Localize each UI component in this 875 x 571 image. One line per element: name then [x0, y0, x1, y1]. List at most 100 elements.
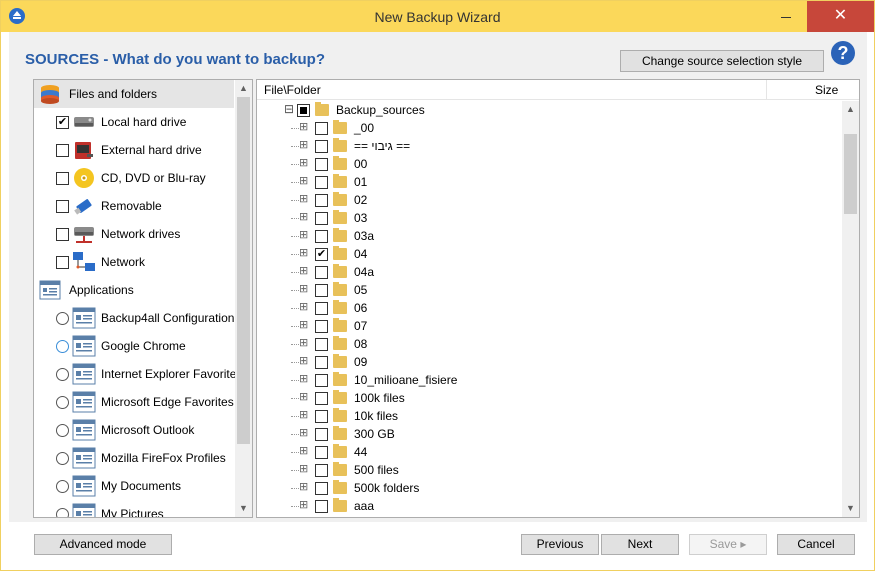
application-item[interactable]: Backup4all Configuration [34, 304, 234, 332]
source-item[interactable]: Removable [34, 192, 234, 220]
previous-button[interactable]: Previous [521, 534, 599, 555]
source-checkbox[interactable] [56, 144, 69, 157]
tree-row[interactable]: ⊞ 06 [257, 299, 842, 317]
expand-icon[interactable]: ⊞ [299, 284, 308, 295]
expand-icon[interactable]: ⊞ [299, 500, 308, 511]
tree-checkbox[interactable] [315, 392, 328, 405]
tree-row[interactable]: ⊞ 05 [257, 281, 842, 299]
tree-row[interactable]: ⊞ 44 [257, 443, 842, 461]
expand-icon[interactable]: ⊞ [299, 464, 308, 475]
source-checkbox[interactable] [56, 172, 69, 185]
application-radio[interactable] [56, 424, 69, 437]
tree-row-root[interactable]: ⊟ Backup_sources [257, 101, 842, 119]
tree-checkbox[interactable] [315, 410, 328, 423]
expand-icon[interactable]: ⊞ [299, 320, 308, 331]
tree-row[interactable]: ⊞ ✔ 04 [257, 245, 842, 263]
tree-checkbox[interactable] [315, 212, 328, 225]
tree-row[interactable]: ⊞ 03 [257, 209, 842, 227]
application-radio[interactable] [56, 508, 69, 517]
expand-icon[interactable]: ⊞ [299, 428, 308, 439]
scroll-down-icon[interactable]: ▼ [842, 500, 859, 517]
expand-icon[interactable]: ⊞ [299, 248, 308, 259]
column-file-folder[interactable]: File\Folder [264, 83, 321, 97]
source-checkbox[interactable]: ✔ [56, 116, 69, 129]
application-radio[interactable] [56, 480, 69, 493]
expand-icon[interactable]: ⊞ [299, 266, 308, 277]
source-item[interactable]: CD, DVD or Blu-ray [34, 164, 234, 192]
tree-checkbox[interactable] [315, 158, 328, 171]
tree-checkbox[interactable] [315, 122, 328, 135]
application-item[interactable]: Microsoft Outlook [34, 416, 234, 444]
application-radio[interactable] [56, 396, 69, 409]
tree-row[interactable]: ⊞ 04a [257, 263, 842, 281]
source-item[interactable]: Network [34, 248, 234, 276]
application-item[interactable]: Google Chrome [34, 332, 234, 360]
expand-icon[interactable]: ⊞ [299, 230, 308, 241]
expand-icon[interactable]: ⊞ [299, 302, 308, 313]
expand-icon[interactable]: ⊞ [299, 212, 308, 223]
advanced-mode-button[interactable]: Advanced mode [34, 534, 172, 555]
group-applications[interactable]: Applications [34, 276, 234, 304]
expand-icon[interactable]: ⊞ [299, 374, 308, 385]
help-icon[interactable]: ? [831, 41, 855, 65]
scroll-thumb[interactable] [844, 134, 857, 214]
tree-checkbox[interactable] [315, 176, 328, 189]
tree-row[interactable]: ⊞ 02 [257, 191, 842, 209]
tree-checkbox[interactable] [315, 266, 328, 279]
source-list-scrollbar[interactable]: ▲ ▼ [235, 80, 252, 517]
column-size[interactable]: Size [815, 83, 838, 97]
tree-row[interactable]: ⊞ _00 [257, 119, 842, 137]
application-item[interactable]: My Documents [34, 472, 234, 500]
source-item[interactable]: ✔ Local hard drive [34, 108, 234, 136]
tree-checkbox[interactable] [315, 140, 328, 153]
tree-row[interactable]: ⊞ aaa [257, 497, 842, 515]
expand-icon[interactable]: ⊞ [299, 338, 308, 349]
scroll-thumb[interactable] [237, 97, 250, 444]
tree-row[interactable]: ⊞ 09 [257, 353, 842, 371]
source-item[interactable]: External hard drive [34, 136, 234, 164]
group-files-and-folders[interactable]: Files and folders [34, 80, 234, 108]
tree-row[interactable]: ⊞ 08 [257, 335, 842, 353]
scroll-up-icon[interactable]: ▲ [235, 80, 252, 97]
change-selection-style-button[interactable]: Change source selection style [620, 50, 824, 72]
application-radio[interactable] [56, 340, 69, 353]
tree-checkbox[interactable] [315, 428, 328, 441]
tree-checkbox[interactable] [315, 500, 328, 513]
expand-icon[interactable]: ⊞ [299, 410, 308, 421]
expand-icon[interactable]: ⊞ [299, 392, 308, 403]
cancel-button[interactable]: Cancel [777, 534, 855, 555]
tree-row[interactable]: ⊞ 00 [257, 155, 842, 173]
tree-row[interactable]: ⊞ 10k files [257, 407, 842, 425]
expand-icon[interactable]: ⊞ [299, 158, 308, 169]
tree-checkbox[interactable] [297, 104, 310, 117]
expand-icon[interactable]: ⊞ [299, 446, 308, 457]
tree-row[interactable]: ⊞ 300 GB [257, 425, 842, 443]
tree-row[interactable]: ⊞ 100k files [257, 389, 842, 407]
application-item[interactable]: Microsoft Edge Favorites [34, 388, 234, 416]
tree-row[interactable]: ⊞ 07 [257, 317, 842, 335]
tree-checkbox[interactable] [315, 194, 328, 207]
tree-row[interactable]: ⊞ 500k folders [257, 479, 842, 497]
tree-checkbox[interactable] [315, 374, 328, 387]
source-item[interactable]: Network drives [34, 220, 234, 248]
next-button[interactable]: Next [601, 534, 679, 555]
column-divider[interactable] [766, 80, 767, 100]
tree-row[interactable]: ⊞ 500 files [257, 461, 842, 479]
expand-icon[interactable]: ⊞ [299, 122, 308, 133]
tree-checkbox[interactable] [315, 356, 328, 369]
save-button[interactable]: Save ▸ [689, 534, 767, 555]
expand-icon[interactable]: ⊞ [299, 356, 308, 367]
application-item[interactable]: Mozilla FireFox Profiles [34, 444, 234, 472]
tree-checkbox[interactable] [315, 320, 328, 333]
tree-checkbox[interactable] [315, 446, 328, 459]
tree-scrollbar[interactable]: ▲ ▼ [842, 101, 859, 517]
tree-row[interactable]: ⊞ 01 [257, 173, 842, 191]
tree-checkbox[interactable] [315, 482, 328, 495]
source-checkbox[interactable] [56, 200, 69, 213]
tree-checkbox[interactable] [315, 302, 328, 315]
source-checkbox[interactable] [56, 228, 69, 241]
source-checkbox[interactable] [56, 256, 69, 269]
application-radio[interactable] [56, 312, 69, 325]
scroll-up-icon[interactable]: ▲ [842, 101, 859, 118]
close-button[interactable]: ✕ [807, 1, 874, 32]
